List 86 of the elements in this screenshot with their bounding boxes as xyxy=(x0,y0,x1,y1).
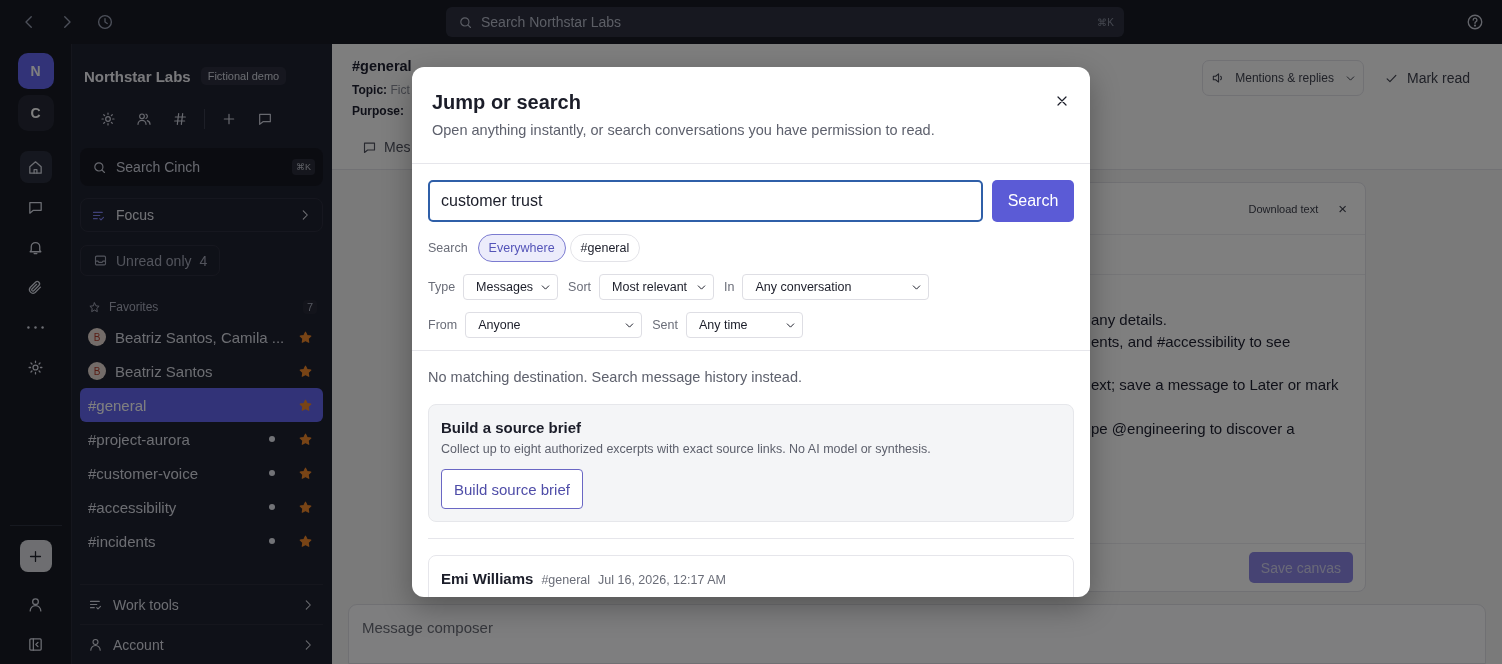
chat-bubble-icon[interactable] xyxy=(257,111,273,127)
search-input[interactable]: customer trust xyxy=(428,180,983,222)
avatar: B xyxy=(88,362,106,380)
filter-select[interactable]: Any conversation xyxy=(742,274,930,300)
chat-bubble-icon xyxy=(362,139,377,155)
filter-label: Sort xyxy=(568,280,592,294)
more-icon xyxy=(27,325,44,329)
focus-row[interactable]: Focus xyxy=(80,198,323,232)
filter-select[interactable]: Any time xyxy=(685,312,803,338)
channel-name: #general xyxy=(541,573,591,587)
star-icon[interactable] xyxy=(298,431,313,447)
star-icon xyxy=(88,300,101,314)
badge: Fictional demo xyxy=(200,67,287,85)
download-text-link[interactable]: Download text xyxy=(1248,202,1319,215)
filter-label: Type xyxy=(428,280,456,294)
sun-icon xyxy=(27,358,44,376)
search-field[interactable]: Search Cinch ⌘K xyxy=(80,148,323,186)
filter-label: From xyxy=(428,318,458,332)
count: 7 xyxy=(302,300,317,314)
timestamp: Jul 16, 2026, 12:17 AM xyxy=(598,573,726,587)
canvas-text: any details. xyxy=(1091,311,1168,330)
section-title: Favorites xyxy=(109,300,160,314)
nav-item[interactable] xyxy=(19,151,52,183)
menu-row[interactable]: Account xyxy=(80,624,323,664)
search-icon xyxy=(458,14,473,30)
channel-item[interactable]: #general xyxy=(80,388,323,422)
star-icon[interactable] xyxy=(298,397,313,413)
canvas-text: pe @engineering to discover a xyxy=(1091,420,1296,440)
paperclip-icon xyxy=(27,278,44,296)
channel-item[interactable]: #project-aurora xyxy=(80,422,323,456)
channel-item[interactable]: #accessibility xyxy=(80,490,323,524)
sun-icon[interactable] xyxy=(100,111,116,127)
workspace-name: Northstar Labs xyxy=(84,67,191,85)
canvas-text: ents, and #accessibility to see xyxy=(1091,332,1292,352)
shortcut-hint: ⌘K xyxy=(292,159,315,175)
purpose-label: Purpose: xyxy=(352,104,404,120)
channel-item[interactable]: B Beatriz Santos, Camila ... xyxy=(80,320,323,354)
mark-read-button[interactable]: Mark read xyxy=(1383,60,1470,96)
filter-select[interactable]: Most relevant xyxy=(599,274,715,300)
channel-item[interactable]: #incidents xyxy=(80,524,323,558)
workspace-avatar[interactable]: N xyxy=(17,53,54,89)
star-icon[interactable] xyxy=(298,465,313,481)
channel-item[interactable]: B Beatriz Santos xyxy=(80,354,323,388)
channel-title: #general xyxy=(352,58,412,76)
person-icon xyxy=(88,637,103,652)
notice-text: No matching destination. Search message history instead. xyxy=(428,369,803,385)
dialog-title: Jump or search xyxy=(432,91,582,114)
scope-chip[interactable]: Everywhere xyxy=(477,234,566,262)
hash-icon[interactable] xyxy=(172,111,188,127)
brief-description: Collect up to eight authorized excerpts with exact source links. No AI model or synthesis. xyxy=(441,442,932,456)
filter-label: Sent xyxy=(652,318,678,332)
topic-text: Topic: Fict xyxy=(352,83,410,99)
messages-tab[interactable]: Mes xyxy=(352,139,411,155)
people-icon[interactable] xyxy=(136,111,152,127)
search-button[interactable]: Search xyxy=(992,180,1074,222)
star-icon[interactable] xyxy=(298,533,313,549)
star-icon[interactable] xyxy=(298,329,313,345)
collapse-sidebar-icon[interactable] xyxy=(27,635,44,653)
author-name: Emi Williams xyxy=(441,570,534,587)
menu-row[interactable]: Work tools xyxy=(80,584,323,624)
dialog-subtitle: Open anything instantly, or search conversations you have permission to read. xyxy=(432,122,936,138)
canvas-text: ext; save a message to Later or mark xyxy=(1091,376,1340,396)
add-button[interactable] xyxy=(19,540,52,572)
search-icon xyxy=(92,159,107,175)
scope-label: Search xyxy=(428,241,468,255)
channel-item[interactable]: #customer-voice xyxy=(80,456,323,490)
brief-title: Build a source brief xyxy=(441,419,583,436)
home-icon xyxy=(27,158,44,176)
filter-select[interactable]: Anyone xyxy=(465,312,643,338)
build-brief-button[interactable]: Build source brief xyxy=(441,469,583,509)
message-composer[interactable]: Message composer xyxy=(348,604,1486,664)
filter-label: In xyxy=(724,280,735,294)
close-button[interactable]: × xyxy=(1338,200,1347,217)
help-icon[interactable] xyxy=(1466,13,1484,31)
star-icon[interactable] xyxy=(298,363,313,379)
plus-icon[interactable] xyxy=(221,111,237,127)
person-icon[interactable] xyxy=(27,595,44,613)
history-icon[interactable] xyxy=(96,13,114,31)
avatar: B xyxy=(88,328,106,346)
inbox-icon xyxy=(93,253,108,268)
notification-select[interactable]: Mentions & replies xyxy=(1202,60,1364,96)
unread-filter-button[interactable]: Unread only 4 xyxy=(80,245,221,276)
workspace-avatar[interactable]: C xyxy=(17,95,54,131)
result-card[interactable]: Emi Williams #general Jul 16, 2026, 12:17 AM xyxy=(428,555,1074,597)
star-icon[interactable] xyxy=(298,499,313,515)
filter-select[interactable]: Messages xyxy=(463,274,559,300)
